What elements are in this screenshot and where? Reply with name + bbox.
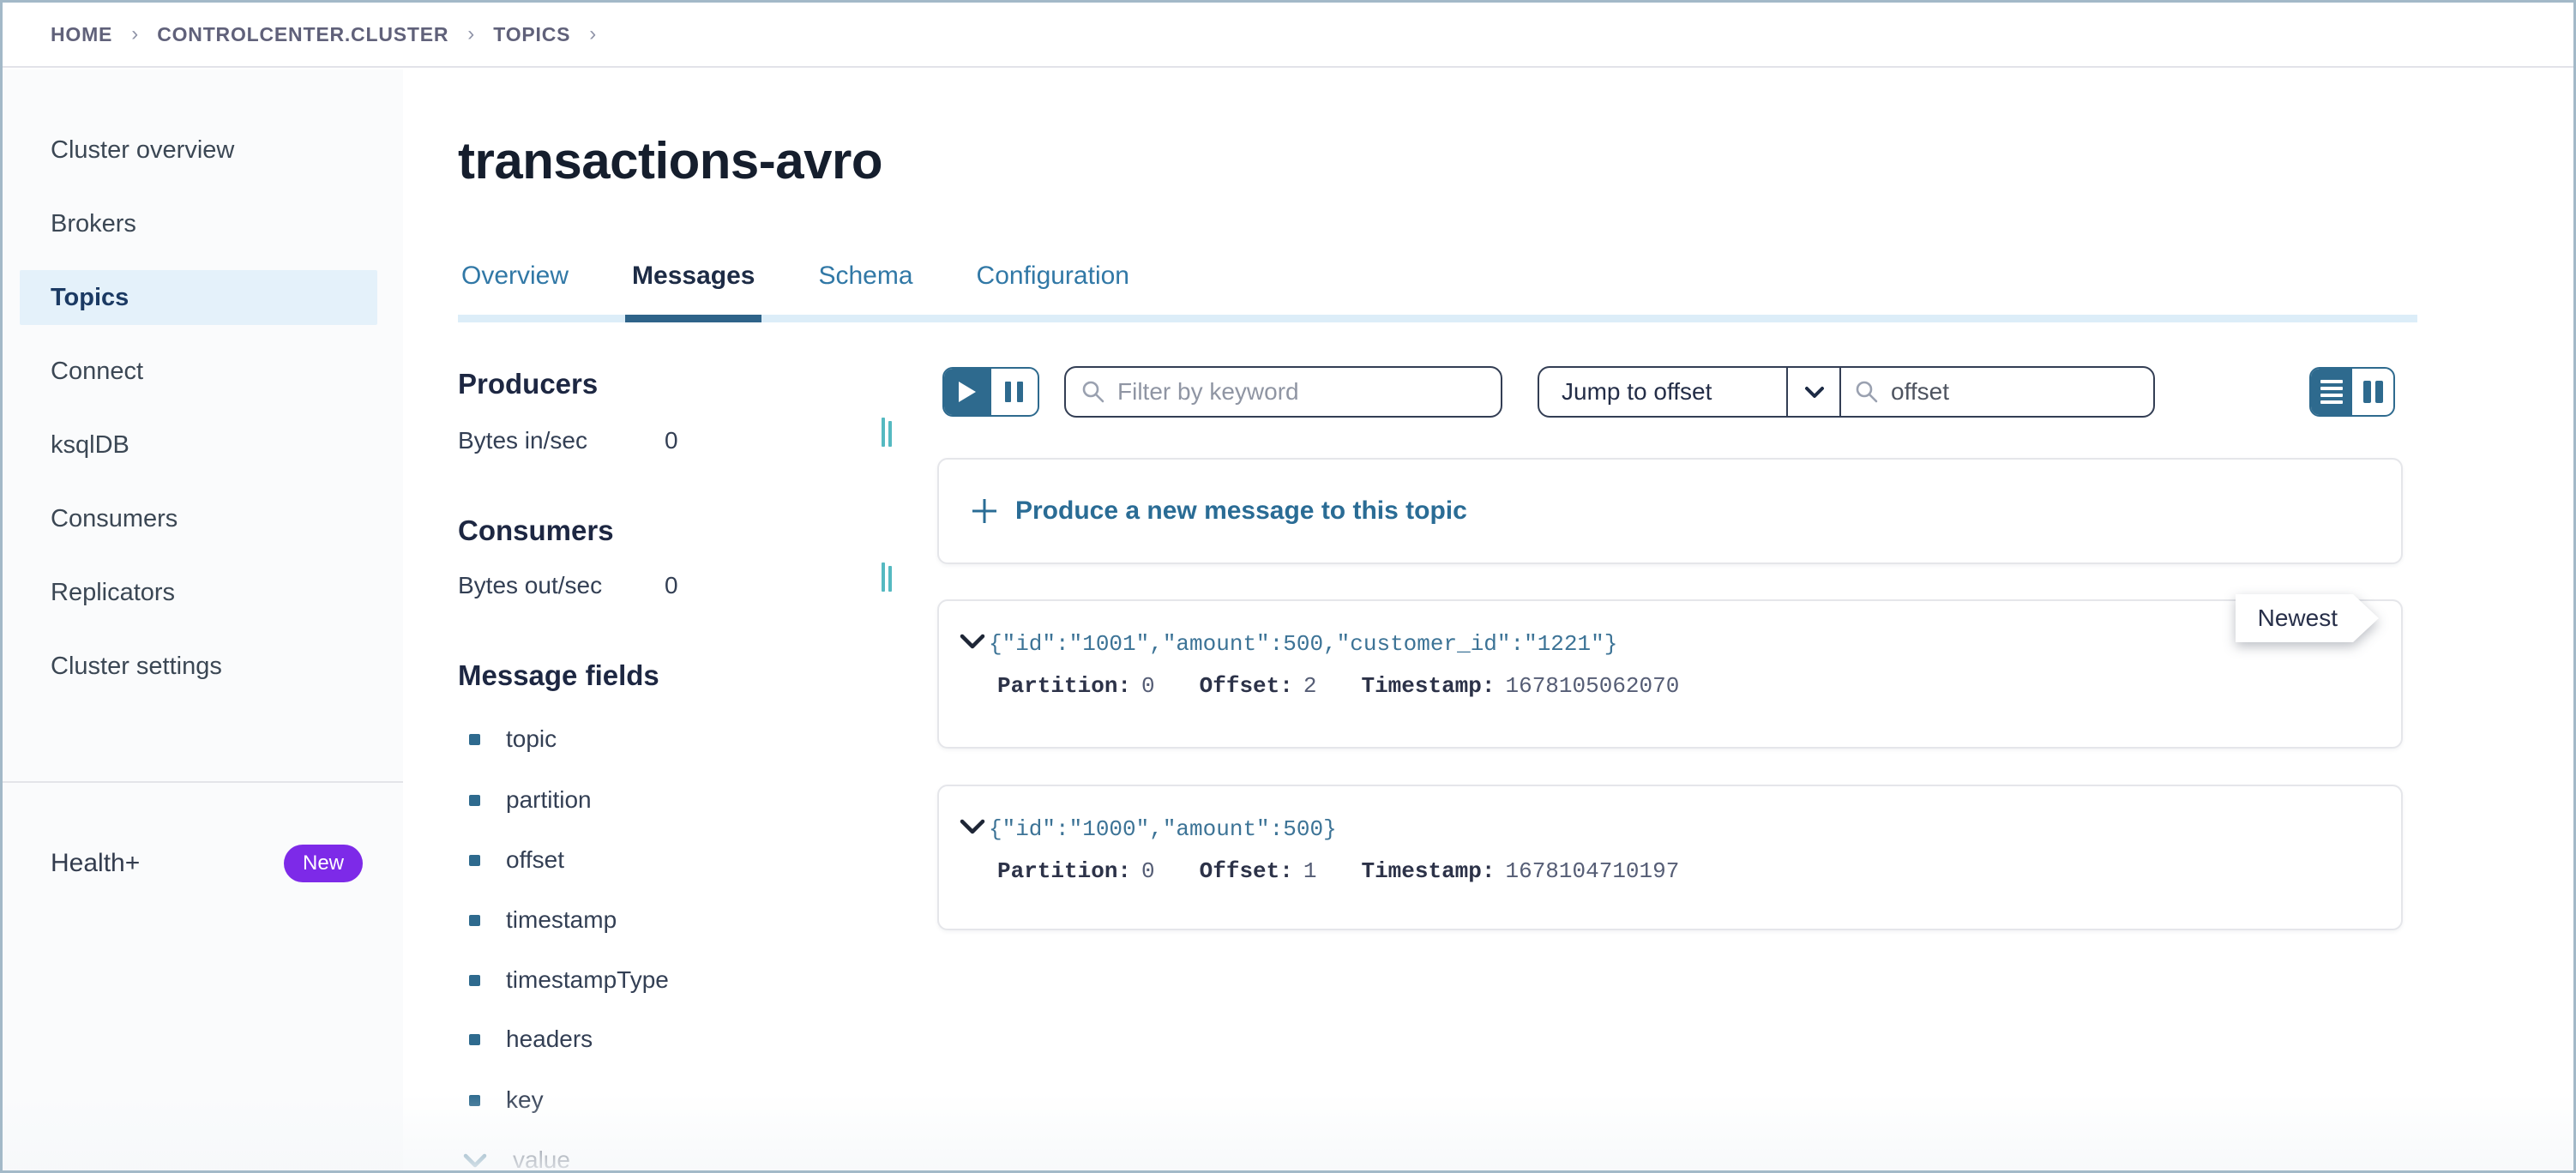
offset-value: 2 (1303, 673, 1317, 699)
breadcrumb-separator-icon: › (467, 22, 474, 46)
card-view-button[interactable] (2352, 369, 2393, 415)
breadcrumb-cluster[interactable]: CONTROLCENTER.CLUSTER (157, 23, 448, 46)
sidebar-item-cluster-settings[interactable]: Cluster settings (20, 639, 377, 694)
sidebar-item-replicators[interactable]: Replicators (20, 565, 377, 620)
field-key[interactable]: key (469, 1086, 544, 1114)
offset-value: 1 (1303, 858, 1317, 884)
partition-value: 0 (1141, 858, 1155, 884)
timestamp-value: 1678105062070 (1506, 673, 1680, 699)
card-view-icon (2363, 381, 2383, 403)
consumers-heading: Consumers (458, 514, 614, 547)
sidebar-item-topics[interactable]: Topics (20, 270, 377, 325)
sidebar-item-connect[interactable]: Connect (20, 344, 377, 399)
list-view-icon (2320, 380, 2343, 404)
field-topic[interactable]: topic (469, 725, 557, 753)
field-timestamp[interactable]: timestamp (469, 906, 617, 934)
search-icon (1855, 380, 1879, 404)
bullet-icon (469, 855, 480, 866)
sidebar-item-cluster-overview[interactable]: Cluster overview (20, 123, 377, 177)
offset-search (1839, 366, 2155, 418)
field-offset[interactable]: offset (469, 846, 564, 874)
bullet-icon (469, 975, 480, 986)
bytes-out-value: 0 (665, 572, 678, 599)
play-button[interactable] (944, 369, 991, 415)
message-value[interactable]: {"id":"1000","amount":500} (989, 816, 1337, 842)
filter-keyword-input[interactable] (1117, 378, 1485, 406)
new-badge: New (284, 845, 363, 882)
jump-to-dropdown[interactable]: Jump to offset (1538, 366, 1843, 418)
sidebar-divider (3, 781, 403, 783)
message-fields-heading: Message fields (458, 659, 659, 692)
expand-chevron-icon[interactable] (960, 819, 985, 834)
bullet-icon (469, 1034, 480, 1045)
sidebar-item-brokers[interactable]: Brokers (20, 196, 377, 251)
producers-heading: Producers (458, 368, 598, 400)
app-window: HOME › CONTROLCENTER.CLUSTER › TOPICS › … (0, 0, 2576, 1173)
chevron-down-icon (1786, 368, 1841, 416)
breadcrumb-separator-icon: › (589, 22, 596, 46)
bytes-out-label: Bytes out/sec (458, 572, 602, 599)
keyword-filter (1064, 366, 1502, 418)
sidebar-item-healthplus[interactable]: Health+ New (3, 836, 403, 891)
message-value[interactable]: {"id":"1001","amount":500,"customer_id":… (989, 631, 1617, 657)
field-partition[interactable]: partition (469, 786, 592, 814)
sidebar-item-ksqldb[interactable]: ksqlDB (20, 418, 377, 472)
view-mode-toggle (2309, 367, 2395, 417)
sidebar-item-consumers[interactable]: Consumers (20, 491, 377, 546)
field-timestamp-type[interactable]: timestampType (469, 966, 669, 994)
expand-chevron-icon[interactable] (960, 634, 985, 649)
sidebar-nav: Cluster overview Brokers Topics Connect … (3, 123, 403, 713)
main-content: transactions-avro Overview Messages Sche… (403, 69, 2573, 1170)
tab-schema[interactable]: Schema (815, 262, 916, 315)
bullet-icon (469, 915, 480, 926)
pause-button[interactable] (991, 369, 1038, 415)
produce-message-label: Produce a new message to this topic (1015, 496, 1467, 526)
newest-tag: Newest (2236, 594, 2379, 642)
page-title: transactions-avro (458, 131, 882, 190)
produce-message-button[interactable]: Produce a new message to this topic (937, 458, 2403, 564)
bullet-icon (469, 734, 480, 745)
message-meta: Partition:0 Offset:1 Timestamp:167810471… (997, 858, 1679, 884)
tab-overview[interactable]: Overview (458, 262, 572, 315)
field-value-expandable[interactable]: value (469, 1146, 570, 1173)
newest-tag-label: Newest (2236, 594, 2379, 642)
play-pause-toggle (942, 367, 1039, 417)
bytes-in-value: 0 (665, 427, 678, 454)
partition-value: 0 (1141, 673, 1155, 699)
message-card: {"id":"1000","amount":500} Partition:0 O… (937, 785, 2403, 930)
pause-icon (1005, 382, 1023, 402)
offset-search-input[interactable] (1891, 378, 2200, 406)
plus-icon (971, 497, 998, 525)
bytes-out-sparkline (882, 561, 894, 592)
message-card: {"id":"1001","amount":500,"customer_id":… (937, 599, 2403, 749)
jump-to-dropdown-value: Jump to offset (1539, 378, 1786, 406)
chevron-down-icon (463, 1153, 487, 1168)
tab-bar: Overview Messages Schema Configuration (458, 262, 1133, 315)
bytes-in-sparkline (882, 416, 894, 447)
timestamp-value: 1678104710197 (1506, 858, 1680, 884)
list-view-button[interactable] (2311, 369, 2352, 415)
breadcrumb: HOME › CONTROLCENTER.CLUSTER › TOPICS › (3, 3, 2573, 68)
bullet-icon (469, 795, 480, 806)
healthplus-label: Health+ (51, 849, 284, 878)
bytes-in-label: Bytes in/sec (458, 427, 587, 454)
breadcrumb-separator-icon: › (131, 22, 138, 46)
breadcrumb-topics[interactable]: TOPICS (493, 23, 570, 46)
search-icon (1081, 380, 1105, 404)
breadcrumb-home[interactable]: HOME (51, 23, 112, 46)
sidebar: Cluster overview Brokers Topics Connect … (3, 69, 403, 1170)
play-icon (959, 382, 976, 402)
tab-messages[interactable]: Messages (629, 262, 758, 315)
message-meta: Partition:0 Offset:2 Timestamp:167810506… (997, 673, 1679, 699)
bullet-icon (469, 1095, 480, 1106)
tab-configuration[interactable]: Configuration (973, 262, 1133, 315)
field-headers[interactable]: headers (469, 1026, 593, 1053)
